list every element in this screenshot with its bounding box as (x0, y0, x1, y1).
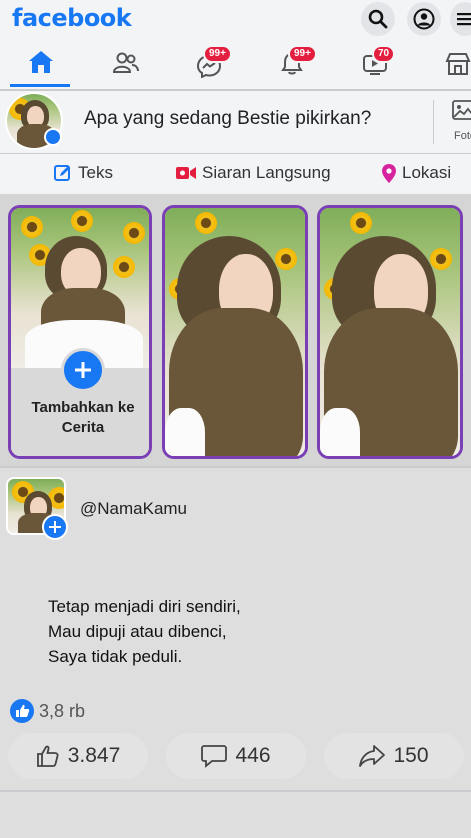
post-username[interactable]: @NamaKamu (80, 499, 187, 519)
post-line: Saya tidak peduli. (48, 647, 183, 666)
photo-button[interactable] (452, 100, 471, 127)
location-pin-icon (382, 163, 396, 183)
facebook-logo[interactable]: facebook (12, 4, 132, 32)
location-button[interactable]: Lokasi (382, 163, 451, 183)
share-button[interactable]: 150 (324, 733, 464, 779)
profile-menu-button[interactable] (407, 2, 441, 36)
online-indicator (44, 128, 62, 146)
search-icon (368, 9, 388, 29)
nav-home[interactable] (28, 50, 54, 79)
notifications-badge: 99+ (288, 45, 317, 63)
composer-prompt[interactable]: Apa yang sedang Bestie pikirkan? (84, 108, 371, 130)
thumbs-up-icon (36, 745, 59, 767)
live-label: Siaran Langsung (202, 163, 331, 182)
post-line: Mau dipuji atau dibenci, (48, 622, 227, 641)
active-tab-indicator (10, 84, 70, 87)
photo-label: Foto (454, 130, 471, 142)
photo-icon (452, 100, 471, 120)
reactions-summary[interactable]: 3,8 rb (10, 699, 85, 723)
post-divider (0, 466, 471, 468)
share-icon (359, 745, 386, 767)
store-icon (445, 53, 471, 75)
messenger-badge: 99+ (203, 45, 232, 63)
post-add-button[interactable] (42, 514, 68, 540)
search-button[interactable] (361, 2, 395, 36)
nav-marketplace[interactable] (445, 52, 471, 81)
plus-icon (49, 521, 61, 533)
post-line: Tetap menjadi diri sendiri, (48, 597, 241, 616)
nav-friends[interactable] (112, 52, 140, 79)
hamburger-icon (457, 13, 471, 26)
post-bottom-divider (0, 790, 471, 792)
home-icon (29, 51, 53, 73)
edit-icon (54, 165, 70, 181)
add-story-label: Tambahkan ke Cerita (31, 399, 135, 436)
user-circle-icon (413, 8, 435, 30)
friends-icon (112, 52, 139, 73)
like-button[interactable]: 3.847 (8, 733, 148, 779)
location-label: Lokasi (402, 163, 452, 182)
composer-separator (433, 100, 434, 144)
like-reaction-icon (10, 699, 34, 723)
add-story-button[interactable] (61, 348, 105, 392)
likes-summary-count: 3,8 rb (39, 700, 86, 721)
text-post-button[interactable]: Teks (54, 163, 113, 183)
watch-badge: 70 (372, 45, 396, 63)
comment-button[interactable]: 446 (166, 733, 306, 779)
story-card[interactable] (162, 205, 308, 459)
comment-icon (201, 745, 228, 768)
like-count: 3.847 (67, 744, 121, 767)
live-video-icon (176, 167, 196, 179)
plus-icon (75, 362, 91, 378)
live-button[interactable]: Siaran Langsung (176, 163, 331, 183)
text-post-label: Teks (78, 163, 113, 182)
post-text: Tetap menjadi diri sendiri, Mau dipuji a… (48, 594, 241, 669)
share-count: 150 (393, 744, 429, 767)
create-story-card[interactable]: Tambahkan ke Cerita (8, 205, 152, 459)
comment-count: 446 (235, 744, 271, 767)
story-card[interactable] (317, 205, 463, 459)
